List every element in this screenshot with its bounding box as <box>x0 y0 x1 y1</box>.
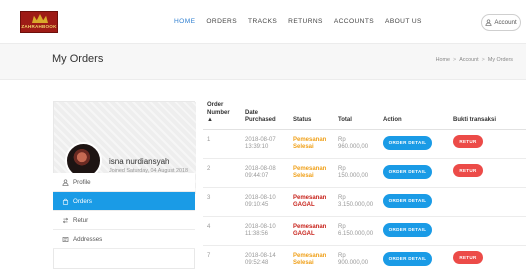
breadcrumb-home[interactable]: Home <box>436 57 450 63</box>
table-row: 1 2018-08-07 13:39:10 Pemesanan Selesai … <box>203 128 526 158</box>
bukti-cell: RETUR <box>449 244 526 274</box>
nav-about-us[interactable]: ABOUT US <box>385 18 422 25</box>
col-status: Status <box>289 100 334 130</box>
col-total: Total <box>334 100 379 130</box>
order-total: Rp 150.000,00 <box>334 157 379 187</box>
order-number: 7 <box>203 244 241 274</box>
order-number: 4 <box>203 215 241 245</box>
person-icon <box>485 19 492 26</box>
table-row: 2 2018-08-08 09:44:07 Pemesanan Selesai … <box>203 157 526 187</box>
order-detail-button[interactable]: ORDER DETAIL <box>383 135 432 150</box>
order-detail-button[interactable]: ORDER DETAIL <box>383 251 432 266</box>
col-bukti-transaksi: Bukti transaksi <box>449 100 526 130</box>
menu-item-addresses[interactable]: Addresses <box>53 230 195 249</box>
col-action: Action <box>379 100 449 130</box>
menu-item-label: Orders <box>73 197 92 205</box>
order-number: 3 <box>203 186 241 216</box>
orders-table: Order Number ▲ Date Purchased Status Tot… <box>203 100 526 274</box>
order-action-cell: ORDER DETAIL <box>379 157 449 187</box>
profile-name: isna nurdiansyah <box>109 157 170 166</box>
retur-button[interactable]: RETUR <box>453 250 483 264</box>
table-header-row: Order Number ▲ Date Purchased Status Tot… <box>203 100 526 130</box>
retur-button[interactable]: RETUR <box>453 163 483 177</box>
table-row: 3 2018-08-10 09:10:45 Pemesanan GAGAL Rp… <box>203 186 526 216</box>
bukti-cell <box>449 186 526 216</box>
order-detail-button[interactable]: ORDER DETAIL <box>383 164 432 179</box>
order-status: Pemesanan GAGAL <box>289 215 334 245</box>
nav-tracks[interactable]: TRACKS <box>248 18 277 25</box>
order-total: Rp 6.150.000,00 <box>334 215 379 245</box>
order-detail-button[interactable]: ORDER DETAIL <box>383 222 432 237</box>
main-nav: HOME ORDERS TRACKS RETURNS ACCOUNTS ABOU… <box>174 18 422 25</box>
nav-orders[interactable]: ORDERS <box>206 18 237 25</box>
addresses-icon <box>62 236 69 242</box>
order-status: Pemesanan GAGAL <box>289 186 334 216</box>
menu-item-retur[interactable]: Retur <box>53 211 195 230</box>
order-total: Rp 900.000,00 <box>334 244 379 274</box>
menu-item-label: Addresses <box>73 235 103 243</box>
account-menu: Profile Orders Retur Addresses <box>53 173 195 249</box>
nav-home[interactable]: HOME <box>174 18 195 25</box>
order-number: 1 <box>203 128 241 158</box>
top-header: ZAHRAHBOOK HOME ORDERS TRACKS RETURNS AC… <box>0 0 526 44</box>
order-date: 2018-08-14 09:52:48 <box>241 244 289 274</box>
bukti-cell: RETUR <box>449 157 526 187</box>
zahrahbook-logo[interactable]: ZAHRAHBOOK <box>20 11 58 33</box>
menu-item-orders[interactable]: Orders <box>53 192 195 211</box>
order-number: 2 <box>203 157 241 187</box>
nav-accounts[interactable]: ACCOUNTS <box>334 18 374 25</box>
breadcrumb: Home > Account > My Orders <box>436 57 513 63</box>
order-date: 2018-08-07 13:39:10 <box>241 128 289 158</box>
breadcrumb-separator: > <box>453 57 457 63</box>
order-status: Pemesanan Selesai <box>289 244 334 274</box>
account-label: Account <box>494 19 517 26</box>
table-row: 7 2018-08-14 09:52:48 Pemesanan Selesai … <box>203 244 526 274</box>
breadcrumb-separator: > <box>481 57 485 63</box>
bag-icon <box>62 198 69 205</box>
nav-returns[interactable]: RETURNS <box>288 18 323 25</box>
crown-icon <box>32 14 48 23</box>
order-detail-button[interactable]: ORDER DETAIL <box>383 193 432 208</box>
retur-button[interactable]: RETUR <box>453 134 483 148</box>
breadcrumb-current: My Orders <box>487 57 513 63</box>
account-button[interactable]: Account <box>481 14 521 31</box>
bukti-cell: RETUR <box>449 128 526 158</box>
order-date: 2018-08-10 11:38:56 <box>241 215 289 245</box>
order-action-cell: ORDER DETAIL <box>379 186 449 216</box>
order-action-cell: ORDER DETAIL <box>379 244 449 274</box>
order-status: Pemesanan Selesai <box>289 128 334 158</box>
order-total: Rp 3.150.000,00 <box>334 186 379 216</box>
menu-item-label: Retur <box>73 216 89 224</box>
order-status: Pemesanan Selesai <box>289 157 334 187</box>
order-total: Rp 960.000,00 <box>334 128 379 158</box>
person-icon <box>62 179 69 186</box>
col-date-purchased: Date Purchased <box>241 100 289 130</box>
menu-item-label: Profile <box>73 178 91 186</box>
col-order-number[interactable]: Order Number ▲ <box>203 100 241 130</box>
retur-icon <box>62 217 69 223</box>
logo-wordmark: ZAHRAHBOOK <box>21 24 57 29</box>
order-action-cell: ORDER DETAIL <box>379 215 449 245</box>
order-date: 2018-08-08 09:44:07 <box>241 157 289 187</box>
page-title: My Orders <box>52 53 104 65</box>
table-row: 4 2018-08-10 11:38:56 Pemesanan GAGAL Rp… <box>203 215 526 245</box>
order-date: 2018-08-10 09:10:45 <box>241 186 289 216</box>
bukti-cell <box>449 215 526 245</box>
breadcrumb-account[interactable]: Account <box>459 57 478 63</box>
menu-item-profile[interactable]: Profile <box>53 173 195 192</box>
page-title-band: My Orders Home > Account > My Orders <box>0 44 526 80</box>
order-action-cell: ORDER DETAIL <box>379 128 449 158</box>
